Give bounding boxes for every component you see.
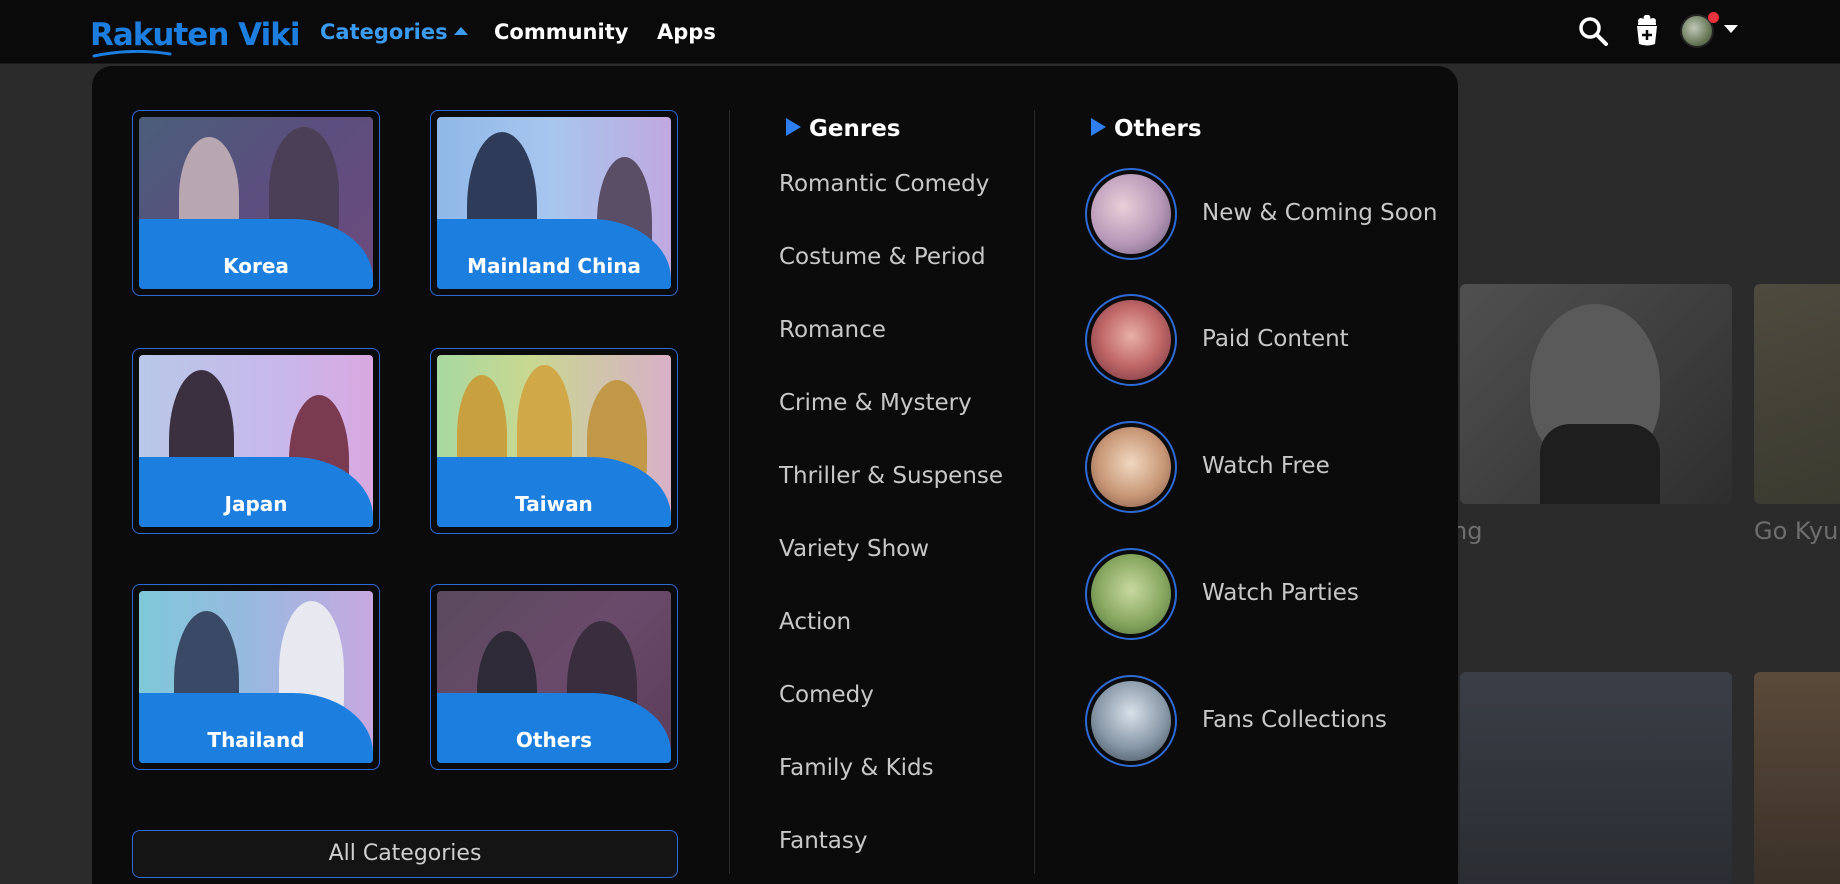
caret-down-icon[interactable]	[1724, 25, 1738, 33]
others-item-label: Watch Parties	[1202, 580, 1359, 606]
others-item-watch-free[interactable]: Watch Free	[1085, 421, 1485, 513]
others-item-thumbnail	[1085, 421, 1177, 513]
country-card-thailand[interactable]: Thailand	[132, 584, 380, 770]
genre-item-comedy[interactable]: Comedy	[779, 680, 874, 710]
search-icon[interactable]	[1576, 14, 1610, 48]
country-label: Taiwan	[515, 492, 593, 516]
others-item-fans-collections[interactable]: Fans Collections	[1085, 675, 1485, 767]
country-card-taiwan[interactable]: Taiwan	[430, 348, 678, 534]
genre-item-costume-period[interactable]: Costume & Period	[779, 242, 986, 272]
genre-item-romance[interactable]: Romance	[779, 315, 886, 345]
country-label: Japan	[224, 492, 288, 516]
others-heading: Others	[1091, 112, 1202, 146]
logo-swoosh-icon	[92, 50, 172, 58]
country-label: Thailand	[207, 728, 305, 752]
country-label: Others	[515, 728, 593, 752]
categories-dropdown: Korea Mainland China Japan Taiwan Thaila…	[92, 66, 1458, 884]
nav-community[interactable]: Community	[494, 18, 628, 46]
genre-item-fantasy[interactable]: Fantasy	[779, 826, 868, 856]
background-card-title-2: Go Kyu	[1754, 517, 1839, 545]
others-item-thumbnail	[1085, 294, 1177, 386]
background-card-3[interactable]	[1460, 672, 1732, 884]
background-card-2[interactable]	[1754, 284, 1840, 504]
rakuten-viki-logo[interactable]: Rakuten Viki	[90, 14, 300, 58]
others-item-thumbnail	[1085, 168, 1177, 260]
genre-item-variety-show[interactable]: Variety Show	[779, 534, 929, 564]
genre-item-crime-mystery[interactable]: Crime & Mystery	[779, 388, 972, 418]
column-divider	[1034, 110, 1035, 874]
all-categories-button[interactable]: All Categories	[132, 830, 678, 878]
top-navbar: Rakuten Viki Categories Community Apps	[0, 0, 1840, 64]
triangle-right-icon	[1091, 118, 1106, 136]
hat-icon[interactable]	[1630, 14, 1664, 48]
genres-heading: Genres	[786, 112, 900, 146]
background-card-1[interactable]	[1460, 284, 1732, 504]
country-card-korea[interactable]: Korea	[132, 110, 380, 296]
others-item-watch-parties[interactable]: Watch Parties	[1085, 548, 1485, 640]
genre-item-family-kids[interactable]: Family & Kids	[779, 753, 934, 783]
country-label: Korea	[223, 254, 289, 278]
others-item-thumbnail	[1085, 548, 1177, 640]
country-card-mainland-china[interactable]: Mainland China	[430, 110, 678, 296]
triangle-right-icon	[786, 118, 801, 136]
genre-item-action[interactable]: Action	[779, 607, 851, 637]
others-item-paid-content[interactable]: Paid Content	[1085, 294, 1485, 386]
nav-categories-label: Categories	[320, 20, 448, 44]
logo-text: Rakuten Viki	[90, 17, 300, 53]
others-heading-label: Others	[1114, 116, 1202, 142]
others-item-label: Watch Free	[1202, 453, 1330, 479]
genre-item-romantic-comedy[interactable]: Romantic Comedy	[779, 169, 989, 199]
notification-dot	[1708, 12, 1719, 23]
genre-item-thriller-suspense[interactable]: Thriller & Suspense	[779, 461, 1003, 491]
column-divider	[729, 110, 730, 874]
others-item-label: Fans Collections	[1202, 707, 1387, 733]
card-figure-coat	[1540, 424, 1660, 504]
caret-up-icon	[453, 27, 468, 35]
genres-heading-label: Genres	[809, 116, 901, 142]
others-item-label: Paid Content	[1202, 326, 1349, 352]
nav-categories[interactable]: Categories	[320, 18, 468, 46]
country-label: Mainland China	[467, 254, 641, 278]
country-card-japan[interactable]: Japan	[132, 348, 380, 534]
nav-apps[interactable]: Apps	[657, 18, 716, 46]
others-item-new-coming-soon[interactable]: New & Coming Soon	[1085, 168, 1485, 260]
country-card-others[interactable]: Others	[430, 584, 678, 770]
others-item-label: New & Coming Soon	[1202, 200, 1438, 226]
others-item-thumbnail	[1085, 675, 1177, 767]
background-card-4[interactable]	[1754, 672, 1840, 884]
